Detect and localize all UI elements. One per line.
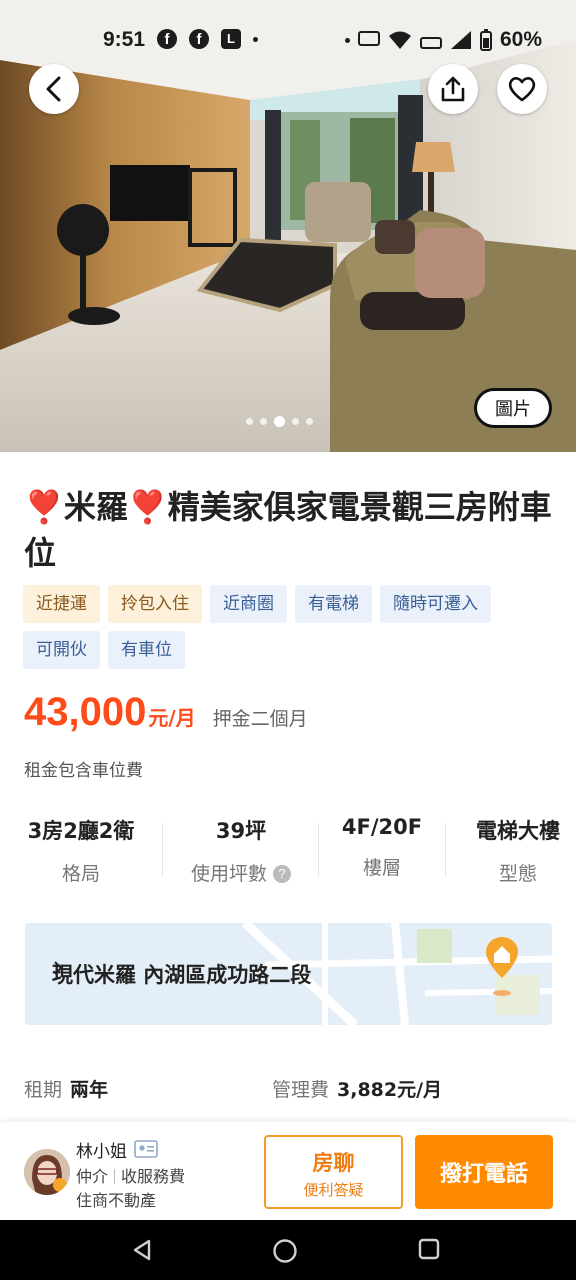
signal-icon: [450, 31, 471, 49]
divider: [162, 823, 163, 877]
spec-label: 格局: [61, 863, 100, 885]
back-triangle-icon[interactable]: [130, 1238, 154, 1262]
agent-role: 仲介: [76, 1167, 109, 1186]
feature-tag: 可開伙: [23, 631, 100, 669]
feature-tags: 近捷運 拎包入住 近商圈 有電梯 隨時可遷入 可開伙 有車位: [23, 585, 563, 669]
management-fee-label: 管理費: [272, 1079, 330, 1101]
spec-value: 39坪: [215, 819, 267, 843]
agent-company: 住商不動產: [76, 1191, 157, 1210]
property-address: 現代米羅 內湖區成功路二段: [52, 963, 312, 987]
clock: 9:51: [103, 28, 146, 51]
share-button[interactable]: [428, 64, 478, 114]
more-notifications-dot: [253, 36, 258, 42]
spec-label: 使用坪數: [190, 863, 267, 885]
feature-tag: 有車位: [108, 631, 185, 669]
share-icon: [441, 76, 465, 102]
system-icons: 60%: [344, 28, 542, 52]
spec-area[interactable]: 39坪 使用坪數 ?: [166, 815, 316, 886]
battery-icon: [479, 29, 492, 51]
feature-tag: 拎包入住: [108, 585, 202, 623]
pagination-dot-active: [274, 416, 285, 427]
spec-value: 4F/20F: [341, 815, 423, 839]
verified-id-icon: [134, 1140, 158, 1158]
lease-term-value: 兩年: [70, 1079, 109, 1101]
wifi-icon: [388, 31, 411, 49]
listing-title: ❣️米羅❣️精美家俱家電景觀三房附車位: [24, 488, 552, 572]
call-button[interactable]: 撥打電話: [415, 1135, 553, 1209]
property-specs: 3房2廳2衛 格局 39坪 使用坪數 ? 4F/20F 樓層 電梯大樓 型態: [0, 815, 576, 891]
rent-price: 43,000: [24, 690, 147, 734]
help-icon[interactable]: ?: [273, 865, 292, 883]
feature-tag: 近捷運: [23, 585, 100, 623]
back-button[interactable]: [29, 64, 79, 114]
listing-photo-gallery[interactable]: 9:51 f f L 60% 圖片: [0, 0, 576, 452]
notification-dot: [344, 37, 350, 43]
rent-unit: 元/月: [148, 706, 196, 730]
management-fee-value: 3,882元/月: [337, 1079, 443, 1101]
facebook-icon: f: [189, 29, 209, 49]
spec-layout: 3房2廳2衛 格局: [6, 815, 156, 886]
pagination-dot: [306, 418, 313, 425]
chevron-right-icon: [54, 961, 63, 975]
feature-tag: 近商圈: [210, 585, 287, 623]
spec-floor: 4F/20F 樓層: [307, 815, 457, 880]
status-bar: 9:51 f f L 60%: [0, 0, 576, 80]
rent-note: 租金包含車位費: [24, 761, 143, 781]
spec-value: 3房2廳2衛: [27, 819, 135, 843]
pagination-dot: [260, 418, 267, 425]
divider: [114, 1169, 116, 1184]
home-circle-icon[interactable]: [272, 1238, 298, 1264]
pagination-dot: [246, 418, 253, 425]
volte-icon: [419, 37, 442, 49]
battery-percent: 60%: [499, 28, 542, 51]
spec-label: 型態: [498, 863, 537, 885]
chevron-left-icon: [46, 76, 61, 102]
agent-photo: [24, 1149, 70, 1195]
pagination-dot: [292, 418, 299, 425]
favorite-button[interactable]: [497, 64, 547, 114]
notification-icons: f f L: [157, 29, 258, 49]
agent-avatar[interactable]: [24, 1149, 70, 1195]
lease-term-label: 租期: [24, 1079, 63, 1101]
heart-icon: [508, 77, 536, 102]
deposit-terms: 押金二個月: [212, 708, 308, 730]
spec-label: 樓層: [362, 857, 401, 879]
recents-square-icon[interactable]: [418, 1238, 440, 1260]
gallery-pagination: [246, 416, 313, 427]
location-map-card[interactable]: 現代米羅 內湖區成功路二段: [25, 923, 552, 1025]
line-icon: L: [221, 29, 241, 49]
contact-bar: 林小姐 仲介 收服務費 住商不動產 房聊 便利答疑 撥打電話: [0, 1122, 576, 1220]
service-fee-note: 收服務費: [121, 1167, 186, 1186]
spec-value: 電梯大樓: [476, 819, 560, 843]
spec-type: 電梯大樓 型態: [443, 815, 576, 886]
price-row: 43,000 元/月 押金二個月: [24, 690, 308, 735]
feature-tag: 有電梯: [295, 585, 372, 623]
feature-tag: 隨時可遷入: [380, 585, 491, 623]
chat-button-subtitle: 便利答疑: [303, 1181, 364, 1199]
lease-terms: 租期 兩年 管理費 3,882元/月: [24, 1075, 564, 1102]
chat-button[interactable]: 房聊 便利答疑: [264, 1135, 403, 1209]
agent-name: 林小姐: [76, 1142, 127, 1162]
facebook-icon: f: [157, 29, 177, 49]
chat-button-title: 房聊: [312, 1151, 355, 1175]
auto-hd-icon: [357, 31, 380, 46]
photos-button[interactable]: 圖片: [474, 388, 552, 428]
system-navigation-bar: [0, 1220, 576, 1280]
